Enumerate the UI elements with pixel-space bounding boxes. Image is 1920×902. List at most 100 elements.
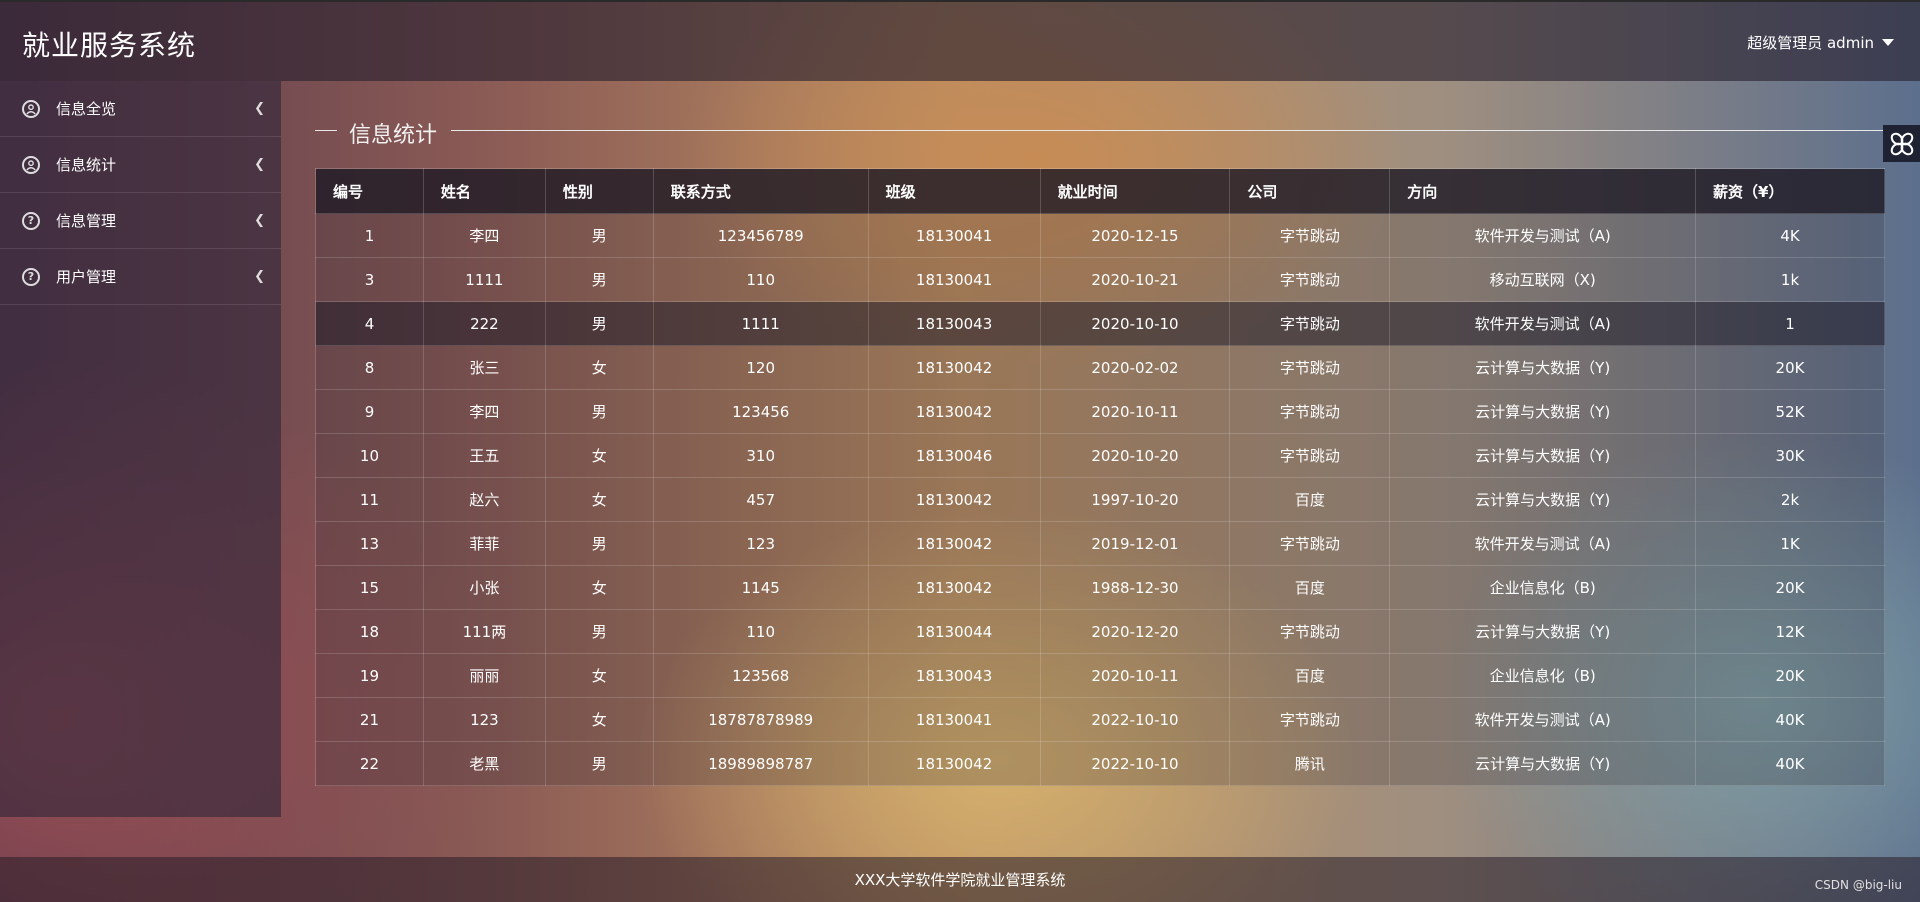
column-header[interactable]: 方向: [1389, 168, 1697, 214]
table-cell: 移动互联网（X): [1389, 257, 1697, 302]
column-header[interactable]: 薪资（¥）: [1695, 168, 1885, 214]
sidebar-item-management[interactable]: ? 信息管理 ❮: [0, 193, 281, 249]
table-cell: 222: [422, 301, 546, 346]
table-cell: 字节跳动: [1229, 697, 1391, 742]
table-cell: 云计算与大数据（Y): [1389, 389, 1697, 434]
table-cell: 18130043: [867, 301, 1041, 346]
table-cell: 20K: [1695, 345, 1885, 390]
table-cell: 18130042: [867, 565, 1041, 610]
table-cell: 1: [1695, 301, 1885, 346]
table-cell: 123456: [652, 389, 869, 434]
table-cell: 2020-10-20: [1039, 433, 1231, 478]
table-row[interactable]: 13 菲菲男 123 18130042 2019-12-01 字节跳动 软件开发与测试（A)…: [315, 521, 1885, 566]
table-cell: 张三: [422, 345, 546, 390]
column-header[interactable]: 联系方式: [652, 168, 869, 214]
table-cell: 123568: [652, 653, 869, 698]
column-header[interactable]: 姓名: [422, 168, 546, 214]
table-cell: 云计算与大数据（Y): [1389, 433, 1697, 478]
table-cell: 2020-10-11: [1039, 389, 1231, 434]
table-cell: 云计算与大数据（Y): [1389, 345, 1697, 390]
sidebar-item-label: 信息全览: [56, 100, 117, 118]
sidebar: 信息全览 ❮ 信息统计 ❮ ? 信息管理 ❮ ? 用户管理 ❮: [0, 81, 281, 817]
watermark: CSDN @big-liu: [1814, 878, 1902, 892]
table-cell: 云计算与大数据（Y): [1389, 609, 1697, 654]
table-header-row: 编号 姓名 性别 联系方式 班级 就业时间 公司 方向 薪资（¥）: [315, 168, 1885, 214]
divider: [451, 130, 1885, 131]
table-cell: 30K: [1695, 433, 1885, 478]
table-cell: 字节跳动: [1229, 389, 1391, 434]
table-cell: 男: [544, 257, 654, 302]
sidebar-item-statistics[interactable]: 信息统计 ❮: [0, 137, 281, 193]
table-row[interactable]: 15 小张女 1145 18130042 1988-12-30 百度 企业信息化（B) 20K: [315, 565, 1885, 610]
table-cell: 18130042: [867, 477, 1041, 522]
table-cell: 18130042: [867, 741, 1041, 786]
user-menu[interactable]: 超级管理员 admin: [1747, 32, 1894, 53]
caret-down-icon: [1882, 39, 1894, 46]
app-title: 就业服务系统: [22, 29, 197, 62]
table-cell: 字节跳动: [1229, 213, 1391, 258]
table-row[interactable]: 18 111两男 110 18130044 2020-12-20 字节跳动 云计算与大数据（…: [315, 609, 1885, 654]
table-cell: 18130042: [867, 345, 1041, 390]
table-cell: 123: [652, 521, 869, 566]
table-cell: 15: [315, 565, 424, 610]
column-header[interactable]: 班级: [867, 168, 1041, 214]
sidebar-item-label: 信息统计: [56, 156, 117, 174]
table-cell: 457: [652, 477, 869, 522]
table-row[interactable]: 9 李四男 123456 18130042 2020-10-11 字节跳动 云计算与大数据（…: [315, 389, 1885, 434]
chevron-left-icon: ❮: [254, 213, 265, 228]
user-circle-icon: [22, 155, 40, 174]
table-cell: 小张: [422, 565, 546, 610]
column-header[interactable]: 公司: [1229, 168, 1391, 214]
table-row[interactable]: 8 张三女 120 18130042 2020-02-02 字节跳动 云计算与大数据（Y) 2…: [315, 345, 1885, 390]
table-cell: 20K: [1695, 653, 1885, 698]
table-cell: 2022-10-10: [1039, 697, 1231, 742]
column-header[interactable]: 性别: [544, 168, 654, 214]
column-header[interactable]: 编号: [315, 168, 424, 214]
table-cell: 字节跳动: [1229, 433, 1391, 478]
table-cell: 男: [544, 521, 654, 566]
table-cell: 男: [544, 741, 654, 786]
table-row[interactable]: 21 123 女 18787878989 18130041 2022-10-10 字节跳动软…: [315, 697, 1885, 742]
sidebar-item-overview[interactable]: 信息全览 ❮: [0, 81, 281, 137]
table-cell: 男: [544, 213, 654, 258]
table-cell: 2019-12-01: [1039, 521, 1231, 566]
table-cell: 2020-12-15: [1039, 213, 1231, 258]
table-cell: 3: [315, 257, 424, 302]
table-cell: 18989898787: [652, 741, 869, 786]
table-cell: 字节跳动: [1229, 257, 1391, 302]
table-row[interactable]: 1 李四男 123456789 18130041 2020-12-15 字节跳动 软件开发与…: [315, 213, 1885, 258]
table-cell: 女: [544, 653, 654, 698]
flower-icon-button[interactable]: [1883, 125, 1920, 162]
table-cell: 女: [544, 697, 654, 742]
table-cell: 110: [652, 609, 869, 654]
table-cell: 2020-10-21: [1039, 257, 1231, 302]
question-circle-icon: ?: [22, 211, 40, 230]
sidebar-item-label: 信息管理: [56, 212, 117, 230]
table-cell: 13: [315, 521, 424, 566]
table-cell: 110: [652, 257, 869, 302]
table-cell: 腾讯: [1229, 741, 1391, 786]
sidebar-item-users[interactable]: ? 用户管理 ❮: [0, 249, 281, 305]
table-row[interactable]: 10 王五女 310 18130046 2020-10-20 字节跳动 云计算与大数据（Y)…: [315, 433, 1885, 478]
table-row[interactable]: 19 丽丽女 123568 18130043 2020-10-11 百度 企业信息化（B) 2…: [315, 653, 1885, 698]
table-cell: 310: [652, 433, 869, 478]
table-row[interactable]: 22 老黑男 18989898787 18130042 2022-10-10 腾讯 云计算与…: [315, 741, 1885, 786]
table-cell: 22: [315, 741, 424, 786]
table-cell: 120: [652, 345, 869, 390]
table-cell: 男: [544, 389, 654, 434]
section-title: 信息统计: [349, 123, 438, 148]
chevron-left-icon: ❮: [254, 101, 265, 116]
table-cell: 11: [315, 477, 424, 522]
sidebar-item-label: 用户管理: [56, 268, 117, 286]
table-cell: 8: [315, 345, 424, 390]
column-header[interactable]: 就业时间: [1039, 168, 1231, 214]
table-cell: 123: [422, 697, 546, 742]
table-cell: 18130046: [867, 433, 1041, 478]
table-row[interactable]: 3 1111 男 110 18130041 2020-10-21 字节跳动 移动互联网（X) 1…: [315, 257, 1885, 302]
table-cell: 12K: [1695, 609, 1885, 654]
table-row[interactable]: 11 赵六女 457 18130042 1997-10-20 百度 云计算与大数据（Y) 2k: [315, 477, 1885, 522]
table-cell: 18130042: [867, 521, 1041, 566]
table-cell: 企业信息化（B): [1389, 565, 1697, 610]
table-row[interactable]: 4 222 男 1111 18130043 2020-10-10 字节跳动 软件开发与测试（A…: [315, 301, 1885, 346]
table-cell: 女: [544, 345, 654, 390]
